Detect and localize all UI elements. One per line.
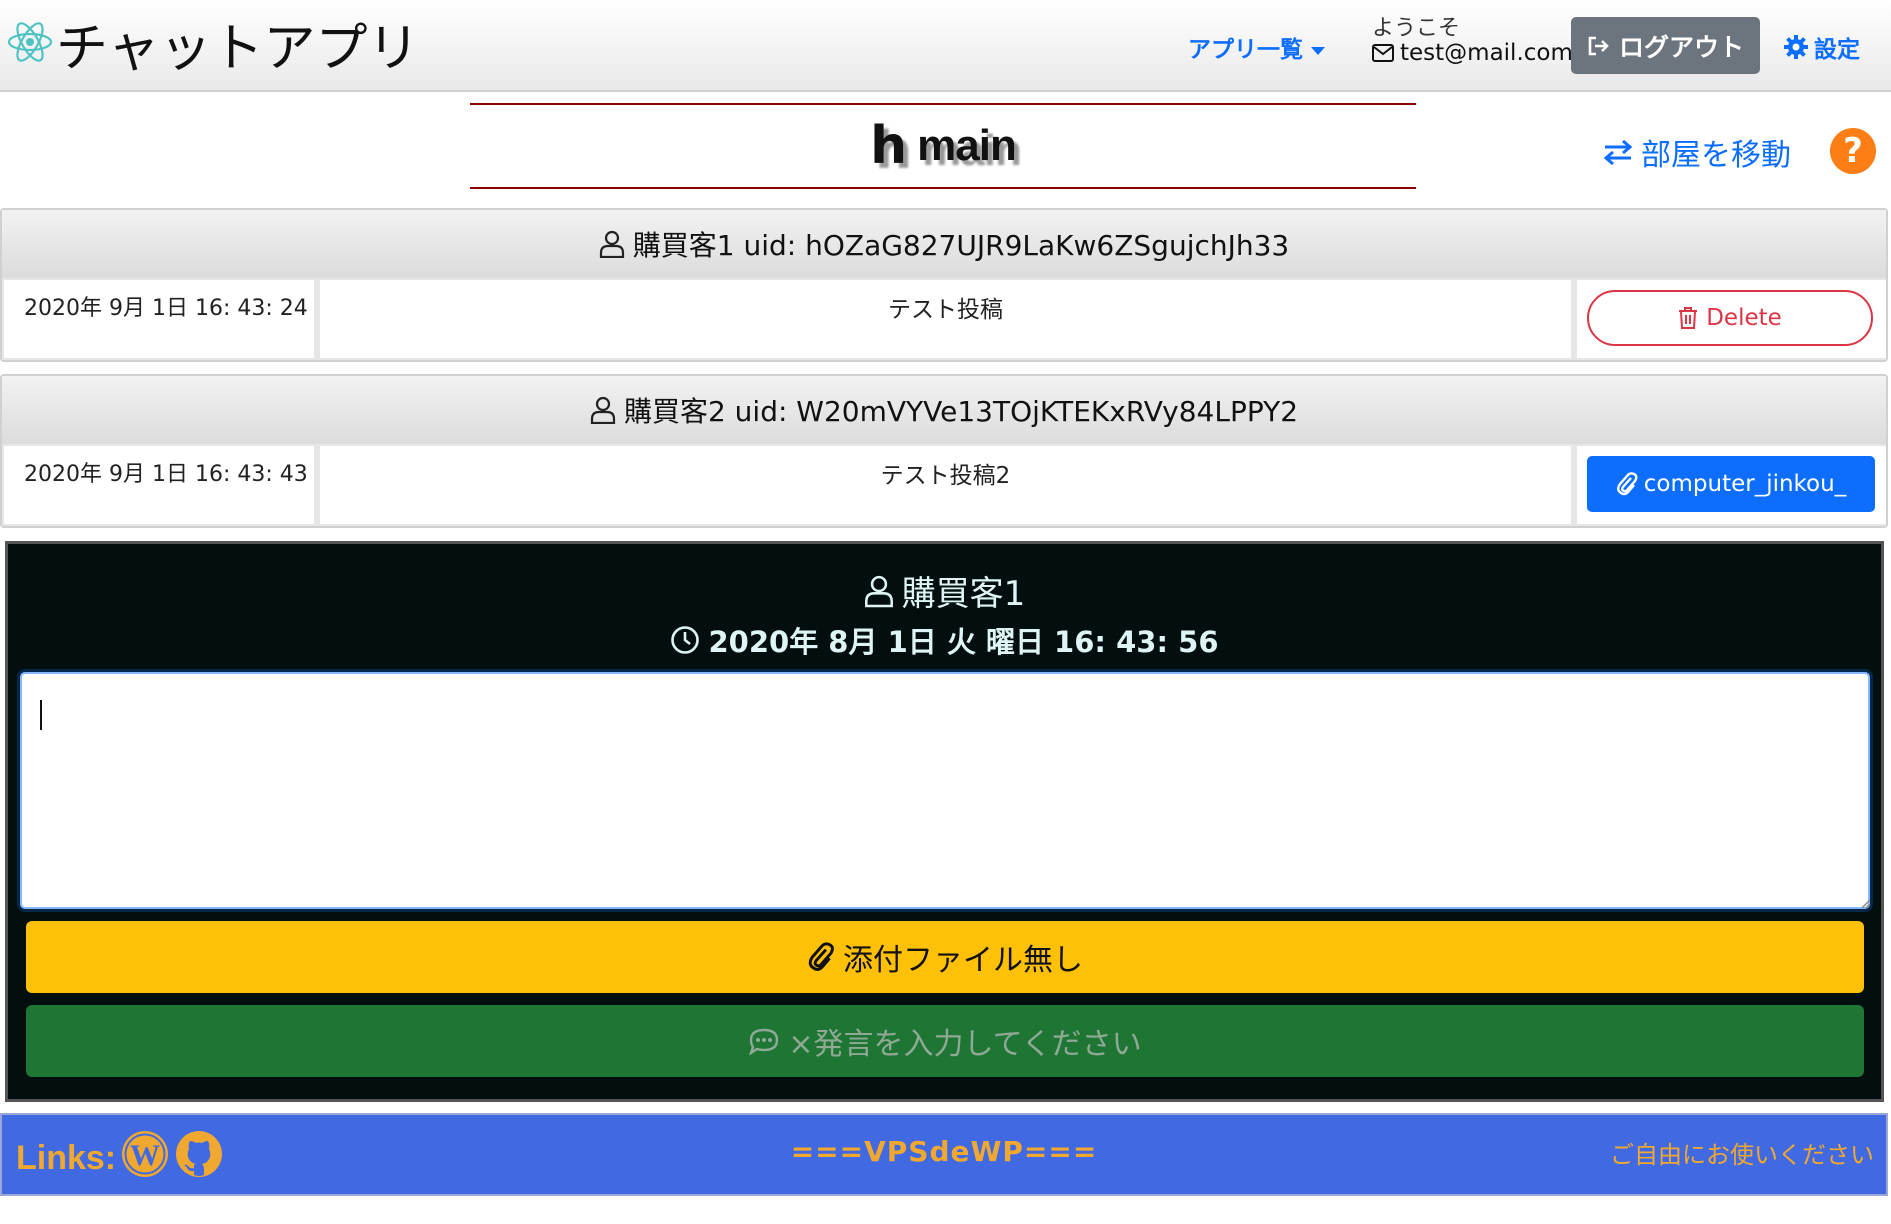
trash-icon <box>1679 307 1698 329</box>
message-card: 購買客2 uid: W20mVYVe13TOjKTEKxRVy84LPPY2 2… <box>0 374 1888 528</box>
message-author: 購買客2 uid: W20mVYVe13TOjKTEKxRVy84LPPY2 <box>623 395 1299 428</box>
message-text: テスト投稿2 <box>320 446 1571 524</box>
message-body: 2020年 9月 1日 16: 43: 24 テスト投稿 Delete <box>2 278 1886 360</box>
message-card: 購買客1 uid: hOZaG827UJR9LaKw6ZSgujchJh33 2… <box>0 208 1888 362</box>
message-textarea[interactable] <box>20 672 1870 909</box>
gear-icon <box>1784 35 1808 59</box>
compose-datetime: 2020年 8月 1日 火 曜日 16: 43: 56 <box>8 619 1881 661</box>
caret-down-icon <box>1311 46 1325 55</box>
envelope-icon <box>1372 44 1394 62</box>
message-body: 2020年 9月 1日 16: 43: 43 テスト投稿2 computer_j… <box>2 444 1886 526</box>
compose-datetime-text: 2020年 8月 1日 火 曜日 16: 43: 56 <box>708 625 1219 659</box>
message-author: 購買客1 uid: hOZaG827UJR9LaKw6ZSgujchJh33 <box>632 229 1290 262</box>
compose-user: 購買客1 <box>8 566 1881 615</box>
apps-menu-label: アプリ一覧 <box>1188 37 1303 63</box>
move-room-label: 部屋を移動 <box>1641 138 1791 173</box>
footer-right-text: ご自由にお使いください <box>1610 1141 1874 1169</box>
logout-button[interactable]: ログアウト <box>1571 17 1760 74</box>
message-header: 購買客2 uid: W20mVYVe13TOjKTEKxRVy84LPPY2 <box>2 376 1886 444</box>
sign-out-icon <box>1588 36 1609 55</box>
send-label: ×発言を入力してください <box>788 1027 1142 1062</box>
message-time: 2020年 9月 1日 16: 43: 24 <box>4 280 314 358</box>
footer: Links: W ===VPSdeWP=== ご自由にお使いください <box>0 1113 1888 1196</box>
compose-user-name: 購買客1 <box>901 574 1026 614</box>
room-name: main <box>917 121 1017 170</box>
user-email: test@mail.com <box>1372 40 1573 66</box>
user-icon <box>599 230 624 258</box>
paperclip-icon <box>808 942 834 971</box>
exchange-arrows-icon <box>1603 139 1633 165</box>
apps-menu-dropdown[interactable]: アプリ一覧 <box>1188 30 1325 64</box>
settings-link[interactable]: 設定 <box>1784 30 1860 64</box>
message-time: 2020年 9月 1日 16: 43: 43 <box>4 446 314 524</box>
brand-title[interactable]: チャットアプリ <box>56 6 419 81</box>
comment-dots-icon <box>749 1028 779 1055</box>
message-header: 購買客1 uid: hOZaG827UJR9LaKw6ZSgujchJh33 <box>2 210 1886 278</box>
attach-file-button[interactable]: 添付ファイル無し <box>26 921 1864 993</box>
clock-icon <box>671 626 700 654</box>
attachment-download-button[interactable]: computer_jinkou_ <box>1587 456 1875 512</box>
paperclip-icon <box>1616 472 1638 496</box>
navbar: チャットアプリ アプリ一覧 ようこそ test@mail.com ログアウト 設… <box>0 0 1891 92</box>
question-circle-icon: ? <box>1843 131 1863 171</box>
help-button[interactable]: ? <box>1830 128 1876 174</box>
attachment-filename: computer_jinkou_ <box>1643 471 1847 497</box>
user-icon <box>590 396 616 424</box>
send-button[interactable]: ×発言を入力してください <box>26 1005 1864 1077</box>
user-email-text: test@mail.com <box>1400 40 1573 66</box>
settings-label: 設定 <box>1814 37 1860 63</box>
message-text: テスト投稿 <box>320 280 1571 358</box>
move-room-link[interactable]: 部屋を移動 <box>1603 130 1791 174</box>
message-action-cell: computer_jinkou_ <box>1577 446 1886 524</box>
logout-label: ログアウト <box>1618 32 1744 62</box>
message-action-cell: Delete <box>1577 280 1886 358</box>
room-title: h main <box>470 103 1416 189</box>
welcome-text: ようこそ <box>1372 16 1461 41</box>
delete-button[interactable]: Delete <box>1587 290 1873 346</box>
react-atom-icon[interactable] <box>6 18 54 66</box>
resize-grip-icon[interactable] <box>1859 897 1871 909</box>
delete-label: Delete <box>1706 305 1782 331</box>
text-caret <box>40 700 42 730</box>
attach-file-label: 添付ファイル無し <box>843 943 1083 978</box>
footer-center-text: ===VPSdeWP=== <box>790 1135 1098 1168</box>
user-icon <box>864 575 893 607</box>
room-letter-icon: h <box>870 116 908 176</box>
compose-panel: 購買客1 2020年 8月 1日 火 曜日 16: 43: 56 添付ファイル無… <box>5 541 1884 1102</box>
